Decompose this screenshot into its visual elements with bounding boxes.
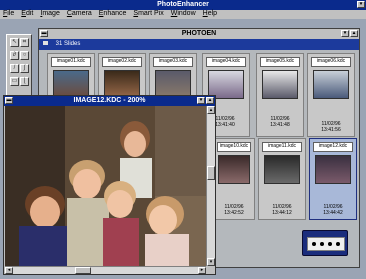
app-title: PhotoEnhancer (157, 1, 209, 8)
thumbnail-label: image12.kdc (313, 142, 353, 152)
menu-edit[interactable]: Edit (21, 10, 33, 19)
image-window-minimize-button[interactable]: ▾ (197, 97, 205, 104)
eraser-tool-icon[interactable]: ▭ (10, 77, 19, 86)
thumbnail-photo (218, 155, 250, 184)
thumbnail-label: image03.kdc (153, 57, 193, 67)
folder-icon (43, 41, 48, 45)
thumbnail-label: image04.kdc (206, 57, 246, 67)
thumbnail-photo (262, 70, 298, 99)
menu-file[interactable]: File (3, 10, 14, 19)
camera-device-icon[interactable] (302, 230, 348, 256)
thumbnail-timestamp: 11/02/96 13:41:56 (321, 121, 341, 133)
menu-smart-pix[interactable]: Smart Pix (133, 10, 163, 19)
thumbnail-label: image05.kdc (260, 57, 300, 67)
indicator-dot (336, 242, 340, 246)
thumbnail-timestamp: 11/02/96 13:44:42 (323, 204, 343, 216)
thumbnail-label: image02.kdc (102, 57, 142, 67)
thumbnail-photo (315, 155, 351, 184)
thumbnail-image06[interactable]: image06.kdc 11/02/96 13:41:56 (307, 53, 355, 137)
image-canvas[interactable] (5, 106, 206, 266)
indicator-dot (328, 242, 332, 246)
lasso-tool-icon[interactable]: ∂ (10, 51, 19, 60)
menu-camera[interactable]: Camera (67, 10, 92, 19)
dropper-tool-icon[interactable]: ɭ (20, 77, 29, 86)
menu-enhance[interactable]: Enhance (99, 10, 127, 19)
horizontal-scrollbar[interactable]: ◂ ▸ (5, 266, 206, 274)
scroll-thumb[interactable] (75, 267, 91, 274)
zoom-tool-icon[interactable]: ○ (20, 51, 29, 60)
indicator-dot (312, 242, 316, 246)
browser-titlebar: ▬ PHOTOEN ▾ ▴ (39, 29, 359, 39)
thumbnail-label: image11.kdc (262, 142, 302, 152)
browser-menu-button[interactable]: ▬ (40, 30, 48, 37)
browser-title: PHOTOEN (181, 30, 217, 37)
menu-image[interactable]: Image (40, 10, 59, 19)
menu-bar: File Edit Image Camera Enhance Smart Pix… (0, 10, 366, 19)
menu-window[interactable]: Window (171, 10, 196, 19)
thumbnail-image11[interactable]: image11.kdc 11/02/96 13:44:12 (258, 138, 306, 220)
thumbnail-label: image06.kdc (311, 57, 351, 67)
image-window-maximize-button[interactable]: ▴ (206, 97, 214, 104)
scroll-up-arrow-icon[interactable]: ▴ (207, 106, 215, 114)
arrow-tool-icon[interactable]: ↖ (10, 38, 19, 47)
image-window-titlebar[interactable]: ▬ IMAGE12.KDC - 200% ▾ ▴ (4, 96, 215, 106)
browser-infobar: 31 Slides (39, 39, 359, 50)
crop-tool-icon[interactable]: ⌗ (20, 38, 29, 47)
thumbnail-photo (313, 70, 349, 99)
scroll-right-arrow-icon[interactable]: ▸ (198, 267, 206, 274)
vertical-scrollbar[interactable]: ▴ ▾ (206, 106, 215, 266)
thumbnail-label: image10.kdc (217, 142, 251, 152)
image-window-title: IMAGE12.KDC - 200% (73, 97, 146, 104)
slide-count: 31 Slides (55, 41, 81, 47)
thumbnail-image10[interactable]: image10.kdc 11/02/96 13:42:52 (213, 138, 255, 220)
image-window-menu-button[interactable]: ▬ (5, 97, 13, 104)
tool-palette: ↖ ⌗ ∂ ○ / ∫ ▭ ɭ (6, 34, 32, 96)
scroll-left-arrow-icon[interactable]: ◂ (5, 267, 13, 274)
browser-minimize-button[interactable]: ▾ (341, 30, 349, 37)
indicator-dot (320, 242, 324, 246)
thumbnail-timestamp: 11/02/96 13:44:12 (272, 204, 292, 216)
thumbnail-timestamp: 11/02/96 13:41:48 (270, 116, 290, 128)
scroll-thumb[interactable] (207, 166, 215, 180)
family-photo (5, 106, 206, 266)
scroll-down-arrow-icon[interactable]: ▾ (207, 258, 215, 266)
brush-tool-icon[interactable]: ∫ (20, 64, 29, 73)
app-titlebar: PhotoEnhancer ▾ (0, 0, 366, 10)
thumbnail-photo (264, 155, 300, 184)
minimize-button[interactable]: ▾ (357, 1, 365, 8)
pencil-tool-icon[interactable]: / (10, 64, 19, 73)
image-window: ▬ IMAGE12.KDC - 200% ▾ ▴ ▴ ▾ ◂ ▸ (3, 95, 216, 275)
menu-help[interactable]: Help (203, 10, 217, 19)
thumbnail-image12[interactable]: image12.kdc 11/02/96 13:44:42 (309, 138, 357, 220)
thumbnail-label: image01.kdc (51, 57, 91, 67)
thumbnail-timestamp: 11/02/96 13:42:52 (224, 204, 244, 216)
browser-maximize-button[interactable]: ▴ (350, 30, 358, 37)
